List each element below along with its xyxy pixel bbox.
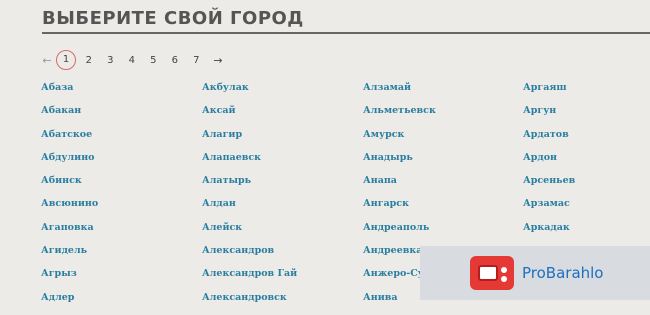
city-link[interactable]: Андреаполь bbox=[363, 222, 523, 245]
city-link[interactable]: Абатское bbox=[41, 129, 201, 152]
city-link[interactable]: Адлер bbox=[41, 292, 201, 315]
city-link[interactable]: Алатырь bbox=[202, 175, 362, 198]
city-link[interactable]: Аксай bbox=[202, 105, 362, 128]
city-column-1: Абаза Абакан Абатское Абдулино Абинск Ав… bbox=[41, 82, 201, 315]
city-link[interactable]: Абаза bbox=[41, 82, 201, 105]
radio-icon bbox=[470, 256, 514, 290]
city-link[interactable]: Альметьевск bbox=[363, 105, 523, 128]
city-link[interactable]: Александров Гай bbox=[202, 268, 362, 291]
city-link[interactable]: Алейск bbox=[202, 222, 362, 245]
city-link[interactable]: Аркадак bbox=[523, 222, 650, 245]
city-link[interactable]: Агрыз bbox=[41, 268, 201, 291]
probarahlo-watermark: ProBarahlo bbox=[420, 246, 650, 300]
city-link[interactable]: Ангарск bbox=[363, 198, 523, 221]
city-link[interactable]: Арзамас bbox=[523, 198, 650, 221]
city-column-4: Аргаяш Аргун Ардатов Ардон Арсеньев Арза… bbox=[523, 82, 650, 245]
city-link[interactable]: Анадырь bbox=[363, 152, 523, 175]
city-link[interactable]: Ардатов bbox=[523, 129, 650, 152]
city-link[interactable]: Акбулак bbox=[202, 82, 362, 105]
city-link[interactable]: Авсюнино bbox=[41, 198, 201, 221]
city-column-2: Акбулак Аксай Алагир Алапаевск Алатырь А… bbox=[202, 82, 362, 315]
city-link[interactable]: Алапаевск bbox=[202, 152, 362, 175]
city-link[interactable]: Аргун bbox=[523, 105, 650, 128]
city-link[interactable]: Аргаяш bbox=[523, 82, 650, 105]
city-link[interactable]: Алагир bbox=[202, 129, 362, 152]
city-link[interactable]: Алзамай bbox=[363, 82, 523, 105]
city-link[interactable]: Агидель bbox=[41, 245, 201, 268]
city-link[interactable]: Ардон bbox=[523, 152, 650, 175]
city-link[interactable]: Агаповка bbox=[41, 222, 201, 245]
city-link[interactable]: Александровск bbox=[202, 292, 362, 315]
city-link[interactable]: Арсеньев bbox=[523, 175, 650, 198]
city-link[interactable]: Анапа bbox=[363, 175, 523, 198]
watermark-brand: ProBarahlo bbox=[522, 264, 604, 282]
city-link[interactable]: Амурск bbox=[363, 129, 523, 152]
city-link[interactable]: Абдулино bbox=[41, 152, 201, 175]
city-link[interactable]: Алдан bbox=[202, 198, 362, 221]
city-link[interactable]: Александров bbox=[202, 245, 362, 268]
city-link[interactable]: Абинск bbox=[41, 175, 201, 198]
city-link[interactable]: Абакан bbox=[41, 105, 201, 128]
